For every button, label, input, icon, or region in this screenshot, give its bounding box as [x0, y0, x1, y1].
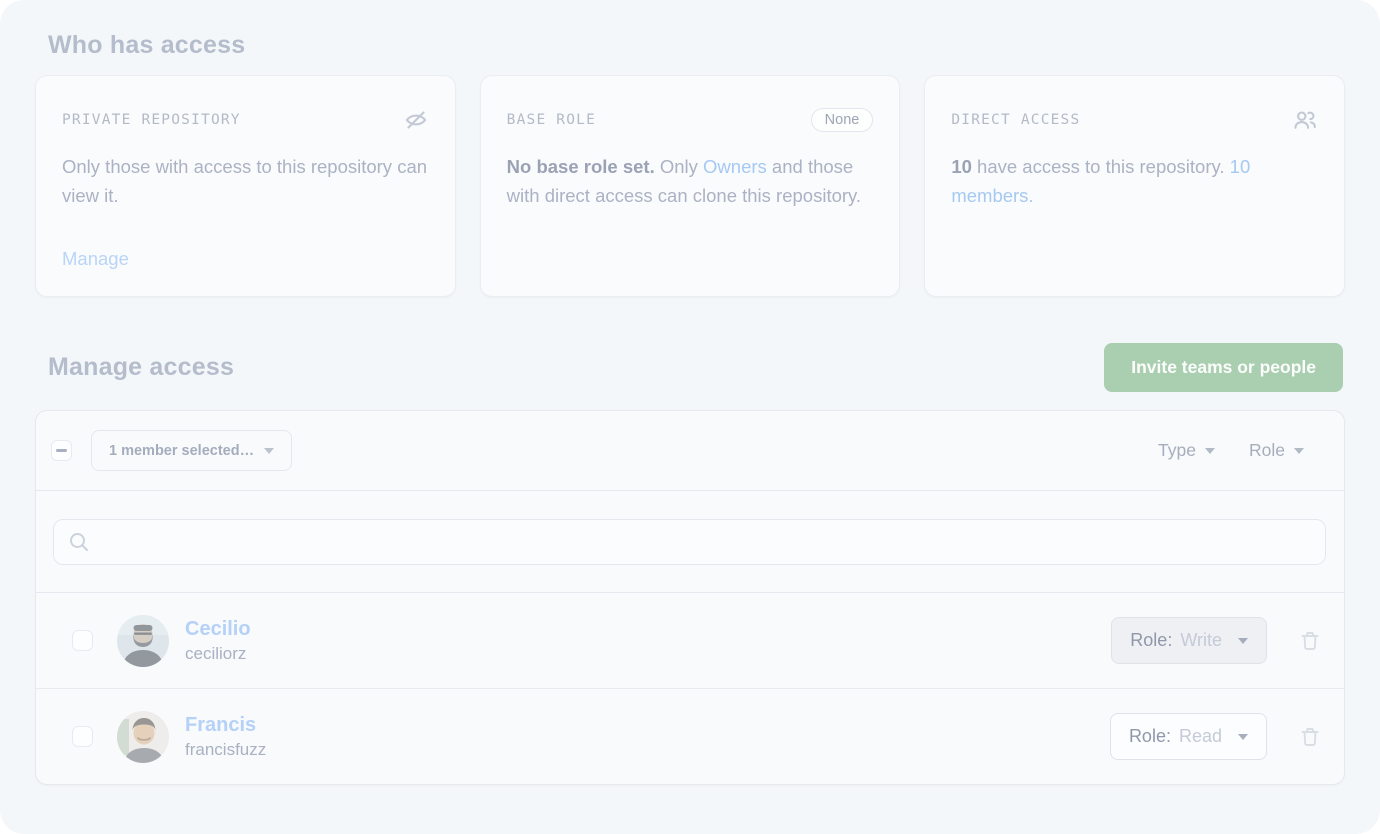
type-filter-label: Type	[1158, 440, 1196, 461]
type-filter-dropdown[interactable]: Type	[1158, 440, 1215, 461]
manage-access-title: Manage access	[48, 353, 234, 382]
manage-link[interactable]: Manage	[62, 248, 429, 270]
trash-icon	[1298, 629, 1322, 653]
role-filter-dropdown[interactable]: Role	[1249, 440, 1304, 461]
remove-member-button[interactable]	[1298, 629, 1322, 653]
selected-members-dropdown[interactable]: 1 member selected…	[91, 430, 292, 471]
base-role-label: BASE ROLE	[507, 112, 596, 128]
direct-access-description: 10 have access to this repository. 10 me…	[951, 152, 1318, 210]
indeterminate-minus-icon	[56, 449, 67, 452]
chevron-down-icon	[264, 448, 274, 454]
card-header: PRIVATE REPOSITORY	[62, 108, 429, 132]
invite-teams-or-people-button[interactable]: Invite teams or people	[1104, 343, 1343, 392]
direct-access-card: DIRECT ACCESS 10 have access to this rep…	[924, 75, 1345, 297]
base-role-text-1: Only	[655, 156, 703, 177]
private-repository-label: PRIVATE REPOSITORY	[62, 112, 241, 128]
member-count-text: 10	[951, 156, 972, 177]
member-row: Francis francisfuzz Role: Read	[36, 689, 1344, 784]
search-icon	[68, 531, 90, 553]
role-key-label: Role:	[1129, 726, 1171, 747]
no-base-role-text: No base role set.	[507, 156, 655, 177]
member-identity: Francis francisfuzz	[185, 714, 266, 760]
direct-access-text-1: have access to this repository.	[972, 156, 1230, 177]
who-has-access-title: Who has access	[48, 31, 245, 60]
member-search-input[interactable]	[53, 519, 1326, 565]
role-value: Read	[1179, 726, 1222, 747]
base-role-card: BASE ROLE None No base role set. Only Ow…	[480, 75, 901, 297]
private-repository-description: Only those with access to this repositor…	[62, 152, 429, 210]
repository-access-settings-page: Who has access PRIVATE REPOSITORY Only t…	[0, 0, 1380, 834]
member-checkbox[interactable]	[72, 630, 93, 651]
role-dropdown[interactable]: Role: Read	[1110, 713, 1267, 760]
manage-access-header: Manage access Invite teams or people	[48, 342, 1343, 392]
card-header: DIRECT ACCESS	[951, 108, 1318, 132]
remove-member-button[interactable]	[1298, 725, 1322, 749]
access-members-table: 1 member selected… Type Role	[35, 410, 1345, 785]
none-badge: None	[811, 108, 874, 132]
eye-closed-icon	[403, 107, 429, 133]
table-toolbar: 1 member selected… Type Role	[36, 411, 1344, 491]
search-field-wrapper	[53, 519, 1326, 565]
chevron-down-icon	[1294, 448, 1304, 454]
selected-members-label: 1 member selected…	[109, 443, 254, 459]
member-row: Cecilio ceciliorz Role: Write	[36, 593, 1344, 689]
people-icon	[1292, 107, 1318, 133]
role-key-label: Role:	[1130, 630, 1172, 651]
member-name-link[interactable]: Cecilio	[185, 618, 251, 640]
chevron-down-icon	[1205, 448, 1215, 454]
role-dropdown[interactable]: Role: Write	[1111, 617, 1267, 664]
member-name-link[interactable]: Francis	[185, 714, 266, 736]
direct-access-label: DIRECT ACCESS	[951, 112, 1080, 128]
private-repository-card: PRIVATE REPOSITORY Only those with acces…	[35, 75, 456, 297]
owners-link[interactable]: Owners	[703, 156, 767, 177]
access-summary-cards: PRIVATE REPOSITORY Only those with acces…	[35, 75, 1345, 297]
select-all-checkbox[interactable]	[51, 440, 72, 461]
member-username: francisfuzz	[185, 740, 266, 760]
card-header: BASE ROLE None	[507, 108, 874, 132]
trash-icon	[1298, 725, 1322, 749]
avatar	[117, 615, 169, 667]
role-filter-label: Role	[1249, 440, 1285, 461]
chevron-down-icon	[1238, 734, 1248, 740]
search-band	[36, 491, 1344, 593]
member-checkbox[interactable]	[72, 726, 93, 747]
role-value: Write	[1180, 630, 1222, 651]
chevron-down-icon	[1238, 638, 1248, 644]
member-username: ceciliorz	[185, 644, 251, 664]
base-role-description: No base role set. Only Owners and those …	[507, 152, 874, 210]
avatar	[117, 711, 169, 763]
member-identity: Cecilio ceciliorz	[185, 618, 251, 664]
